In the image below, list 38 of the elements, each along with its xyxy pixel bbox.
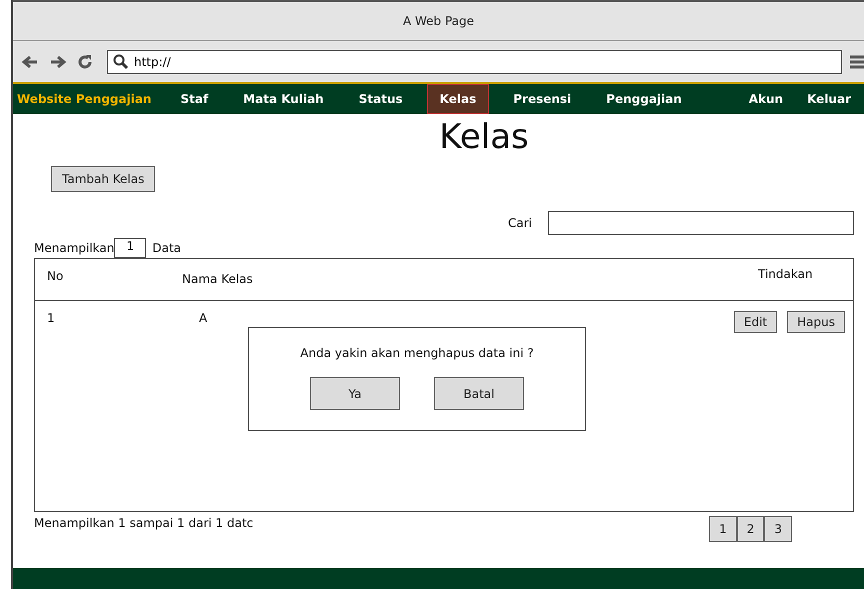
nav-link[interactable]: Staf <box>169 84 220 114</box>
menu-icon[interactable] <box>850 54 864 68</box>
window-title: A Web Page <box>402 14 474 28</box>
column-header: No <box>46 268 64 283</box>
nav-link[interactable]: Mata Kuliah <box>232 84 335 114</box>
column-header: Nama Kelas <box>182 271 254 286</box>
nav-link[interactable]: Kelas <box>426 84 490 114</box>
column-header: Tindakan <box>758 266 814 281</box>
nav-link[interactable]: Akun <box>738 84 794 114</box>
action-button[interactable]: Hapus <box>787 311 845 333</box>
back-icon[interactable] <box>21 54 39 68</box>
nav-link[interactable]: Presensi <box>502 84 582 114</box>
forward-icon[interactable] <box>49 54 67 68</box>
page-button[interactable]: 2 <box>736 516 764 542</box>
nav-link[interactable]: Penggajian <box>595 84 693 114</box>
page-title: Kelas <box>438 116 530 158</box>
nav-link[interactable]: Status <box>348 84 414 114</box>
page-size-label: Menampilkan <box>34 241 114 255</box>
page-button[interactable]: 3 <box>764 516 792 542</box>
action-button[interactable]: Edit <box>734 311 778 333</box>
reload-icon[interactable] <box>77 54 93 70</box>
page-size-label: Data <box>152 241 182 255</box>
table-cell-text: 1 <box>46 310 56 325</box>
search-icon <box>113 54 129 70</box>
address-text: http:// <box>134 54 171 68</box>
page-button[interactable]: 1 <box>709 516 737 542</box>
nav-link[interactable]: Keluar <box>796 84 862 114</box>
dialog-button[interactable]: Ya <box>310 377 400 410</box>
search-label: Cari <box>508 216 532 230</box>
dialog-message: Anda yakin akan menghapus data ini ? <box>300 346 534 360</box>
table-cell-text: A <box>198 310 208 325</box>
dialog-button[interactable]: Batal <box>434 377 524 410</box>
page-size-field[interactable]: 1 <box>114 238 146 258</box>
add-button[interactable]: Tambah Kelas <box>51 166 156 192</box>
summary-text: Menampilkan 1 sampai 1 dari 1 datc <box>34 516 254 530</box>
search-field[interactable] <box>548 211 854 235</box>
address-field[interactable]: http:// <box>107 50 842 74</box>
brand-link[interactable]: Website Penggajian <box>17 92 152 106</box>
